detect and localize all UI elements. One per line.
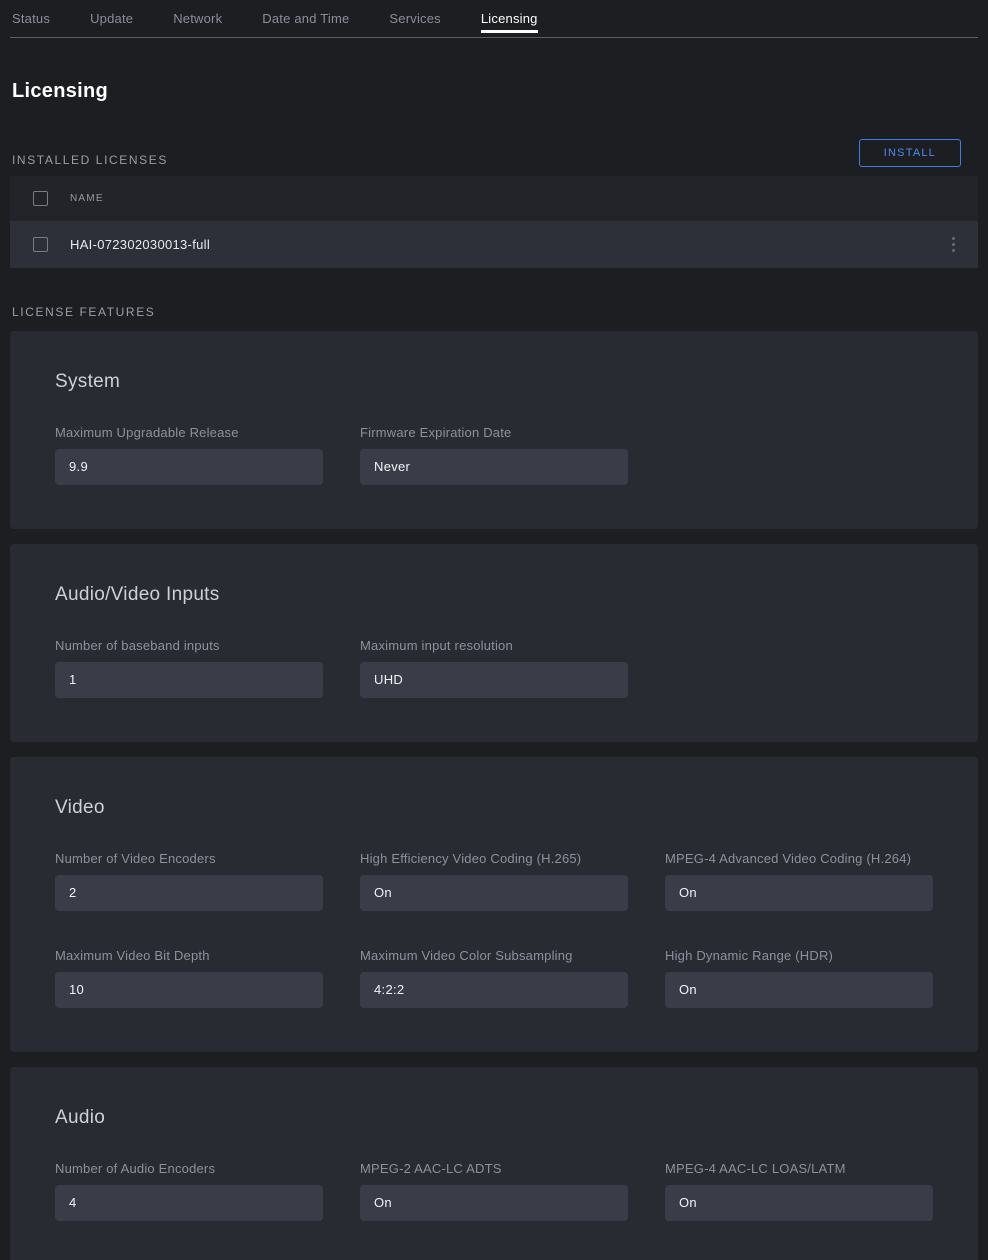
field-value-box[interactable]: 10 <box>55 972 323 1008</box>
field-value-box[interactable]: On <box>665 875 933 911</box>
field-value-box[interactable]: 4 <box>55 1185 323 1221</box>
field-label: Maximum input resolution <box>360 638 628 653</box>
row-actions-menu[interactable] <box>928 237 978 252</box>
field-value-box[interactable]: Never <box>360 449 628 485</box>
installed-licenses-label: INSTALLED LICENSES <box>12 153 168 167</box>
kebab-menu-icon <box>952 237 955 252</box>
field-mpeg4-avc-h264: MPEG-4 Advanced Video Coding (H.264) On <box>665 851 933 911</box>
installed-licenses-table: NAME HAI-072302030013-full <box>10 176 978 268</box>
license-name: HAI-072302030013-full <box>70 237 928 252</box>
select-all-checkbox[interactable] <box>33 191 48 206</box>
field-value-box[interactable]: UHD <box>360 662 628 698</box>
field-label: High Efficiency Video Coding (H.265) <box>360 851 628 866</box>
field-number-of-baseband-inputs: Number of baseband inputs 1 <box>55 638 323 698</box>
field-label: High Dynamic Range (HDR) <box>665 948 933 963</box>
card-title-audio: Audio <box>55 1107 934 1129</box>
page-title: Licensing <box>12 80 976 103</box>
table-row[interactable]: HAI-072302030013-full <box>10 221 978 268</box>
field-maximum-video-color-subsampling: Maximum Video Color Subsampling 4:2:2 <box>360 948 628 1008</box>
field-maximum-video-bit-depth: Maximum Video Bit Depth 10 <box>55 948 323 1008</box>
tab-services[interactable]: Services <box>389 0 440 33</box>
field-label: Maximum Video Bit Depth <box>55 948 323 963</box>
field-value-box[interactable]: 9.9 <box>55 449 323 485</box>
field-high-dynamic-range-hdr: High Dynamic Range (HDR) On <box>665 948 933 1008</box>
row-checkbox[interactable] <box>33 237 48 252</box>
tab-network[interactable]: Network <box>173 0 222 33</box>
field-label: Maximum Upgradable Release <box>55 425 323 440</box>
table-header-row: NAME <box>10 176 978 221</box>
tab-bar-divider <box>10 37 978 38</box>
field-number-of-audio-encoders: Number of Audio Encoders 4 <box>55 1161 323 1221</box>
field-label: Firmware Expiration Date <box>360 425 628 440</box>
tab-licensing[interactable]: Licensing <box>481 0 538 33</box>
card-system: System Maximum Upgradable Release 9.9 Fi… <box>10 331 978 529</box>
field-max-upgradable-release: Maximum Upgradable Release 9.9 <box>55 425 323 485</box>
card-audio-video-inputs: Audio/Video Inputs Number of baseband in… <box>10 544 978 742</box>
field-value-box[interactable]: 1 <box>55 662 323 698</box>
field-value-box[interactable]: On <box>665 972 933 1008</box>
field-value-box[interactable]: 4:2:2 <box>360 972 628 1008</box>
field-value-box[interactable]: On <box>360 1185 628 1221</box>
installed-licenses-header: INSTALLED LICENSES INSTALL <box>12 139 976 167</box>
field-value-box[interactable]: On <box>360 875 628 911</box>
field-label: MPEG-2 AAC-LC ADTS <box>360 1161 628 1176</box>
field-value-box[interactable]: 2 <box>55 875 323 911</box>
field-firmware-expiration-date: Firmware Expiration Date Never <box>360 425 628 485</box>
settings-tab-bar: Status Update Network Date and Time Serv… <box>0 0 988 34</box>
column-header-name: NAME <box>70 193 104 204</box>
field-maximum-input-resolution: Maximum input resolution UHD <box>360 638 628 698</box>
license-features-label: LICENSE FEATURES <box>12 305 976 319</box>
tab-date-and-time[interactable]: Date and Time <box>262 0 349 33</box>
field-mpeg4-aac-lc-loas-latm: MPEG-4 AAC-LC LOAS/LATM On <box>665 1161 933 1221</box>
card-title-system: System <box>55 371 934 393</box>
field-label: Number of baseband inputs <box>55 638 323 653</box>
field-label: Maximum Video Color Subsampling <box>360 948 628 963</box>
field-mpeg2-aac-lc-adts: MPEG-2 AAC-LC ADTS On <box>360 1161 628 1221</box>
card-audio: Audio Number of Audio Encoders 4 MPEG-2 … <box>10 1067 978 1260</box>
field-label: Number of Video Encoders <box>55 851 323 866</box>
field-value-box[interactable]: On <box>665 1185 933 1221</box>
field-hevc-h265: High Efficiency Video Coding (H.265) On <box>360 851 628 911</box>
field-label: Number of Audio Encoders <box>55 1161 323 1176</box>
card-video: Video Number of Video Encoders 2 High Ef… <box>10 757 978 1052</box>
card-title-audio-video-inputs: Audio/Video Inputs <box>55 584 934 606</box>
field-label: MPEG-4 AAC-LC LOAS/LATM <box>665 1161 933 1176</box>
card-title-video: Video <box>55 797 934 819</box>
tab-status[interactable]: Status <box>12 0 50 33</box>
field-label: MPEG-4 Advanced Video Coding (H.264) <box>665 851 933 866</box>
field-number-of-video-encoders: Number of Video Encoders 2 <box>55 851 323 911</box>
tab-update[interactable]: Update <box>90 0 133 33</box>
install-button[interactable]: INSTALL <box>859 139 961 167</box>
